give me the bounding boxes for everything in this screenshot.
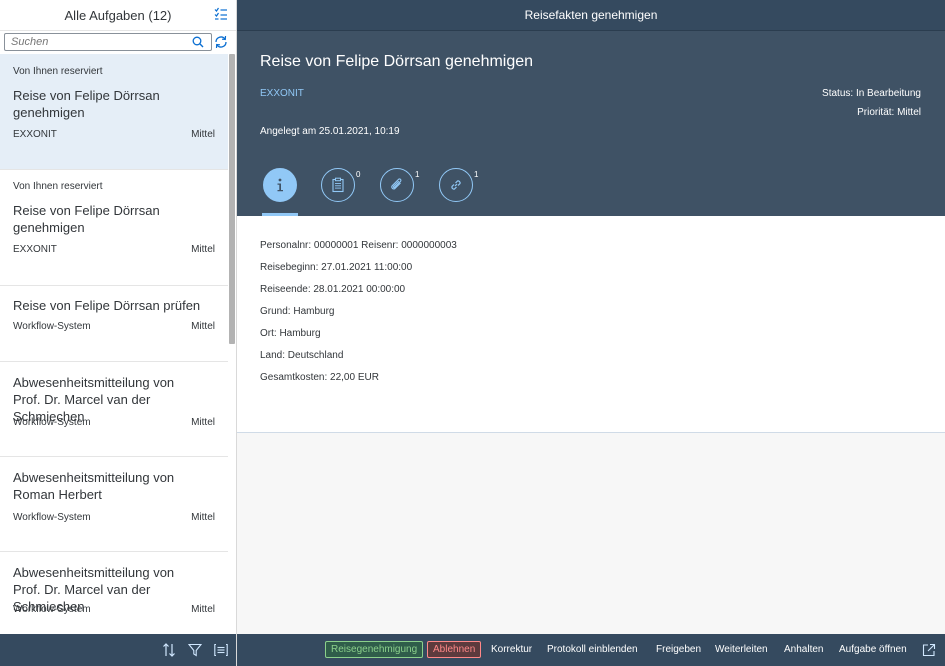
list-item-subtitle: Workflow-System [13,417,91,428]
field-personnel-trip-no: Personalnr: 00000001 Reisenr: 0000000003 [260,240,457,251]
list-item-title: Reise von Felipe Dörrsan genehmigen [13,88,160,120]
list-item[interactable]: Von Ihnen reserviert Reise von Felipe Dö… [0,54,228,170]
list-item-title: Reise von Felipe Dörrsan genehmigen [13,203,160,235]
list-item-priority: Mittel [191,512,215,523]
list-item-priority: Mittel [191,417,215,428]
open-external-icon[interactable] [922,643,936,657]
object-subtitle: EXXONIT [260,88,304,99]
scrollbar-thumb[interactable] [229,54,235,344]
search-input[interactable] [11,35,181,49]
search-bar [4,33,231,51]
field-reason: Grund: Hamburg [260,306,335,317]
release-button[interactable]: Freigeben [650,641,707,658]
open-task-button[interactable]: Aufgabe öffnen [833,641,913,658]
list-item-subtitle: Workflow-System [13,604,91,615]
tab-information[interactable] [263,168,297,202]
detail-footer-toolbar: Reisegenehmigung Ablehnen Korrektur Prot… [237,634,945,666]
forward-button[interactable]: Weiterleiten [709,641,774,658]
tab-links[interactable] [439,168,473,202]
list-item[interactable]: Von Ihnen reserviert Reise von Felipe Dö… [0,170,228,286]
list-item[interactable]: Abwesenheitsmitteilung von Prof. Dr. Mar… [0,362,228,457]
list-scrollbar[interactable] [228,54,236,634]
field-country: Land: Deutschland [260,350,344,361]
approve-travel-button[interactable]: Reisegenehmigung [325,641,424,658]
search-icon[interactable] [192,36,204,48]
tab-notes[interactable] [321,168,355,202]
list-item-title: Reise von Felipe Dörrsan prüfen [13,298,201,313]
suspend-button[interactable]: Anhalten [778,641,829,658]
task-list: Von Ihnen reserviert Reise von Felipe Dö… [0,54,228,634]
tab-attachments[interactable] [380,168,414,202]
field-trip-start: Reisebeginn: 27.01.2021 11:00:00 [260,262,413,273]
attachment-icon [391,178,402,190]
master-footer [0,634,236,666]
tab-attachments-count: 1 [415,170,420,179]
detail-title-bar: Reisefakten genehmigen [237,0,945,31]
detail-empty-area [237,433,945,634]
tab-links-count: 1 [474,170,479,179]
priority-attribute: Priorität: Mittel [857,107,921,118]
show-log-button[interactable]: Protokoll einblenden [541,641,644,658]
object-title: Reise von Felipe Dörrsan genehmigen [260,53,534,70]
list-item-subtitle: Workflow-System [13,321,91,332]
master-title: Alle Aufgaben (12) [64,8,172,23]
refresh-icon[interactable] [214,35,228,49]
list-item[interactable]: Abwesenheitsmitteilung von Roman Herbert… [0,457,228,552]
detail-pane: Reisefakten genehmigen Reise von Felipe … [237,0,945,666]
search-box [4,33,212,51]
object-header: Reise von Felipe Dörrsan genehmigen EXXO… [237,31,945,216]
sort-icon[interactable] [162,643,176,657]
field-total-costs: Gesamtkosten: 22,00 EUR [260,372,379,383]
group-icon[interactable] [214,643,228,657]
list-item-priority: Mittel [191,604,215,615]
list-item-subtitle: EXXONIT [13,129,57,140]
list-item-priority: Mittel [191,129,215,140]
information-section: Personalnr: 00000001 Reisenr: 0000000003… [237,216,945,433]
filter-icon[interactable] [188,643,202,657]
list-item[interactable]: Reise von Felipe Dörrsan prüfen Workflow… [0,286,228,362]
field-trip-end: Reiseende: 28.01.2021 00:00:00 [260,284,406,295]
master-pane: Alle Aufgaben (12) Von Ihnen re [0,0,237,666]
multi-select-icon[interactable] [214,7,228,21]
created-date: Angelegt am 25.01.2021, 10:19 [260,126,400,137]
list-item-priority: Mittel [191,244,215,255]
list-item-subtitle: Workflow-System [13,512,91,523]
status-attribute: Status: In Bearbeitung [822,88,921,99]
list-item-title: Abwesenheitsmitteilung von Roman Herbert [13,470,175,502]
detail-bar-title: Reisefakten genehmigen [524,8,658,22]
list-item-priority: Mittel [191,321,215,332]
list-item-subtitle: EXXONIT [13,244,57,255]
notes-icon [332,177,344,193]
reserved-label: Von Ihnen reserviert [13,66,103,77]
correction-button[interactable]: Korrektur [485,641,538,658]
link-icon [451,180,461,190]
reject-button[interactable]: Ablehnen [427,641,482,658]
info-icon [277,178,283,192]
list-item[interactable]: Abwesenheitsmitteilung von Prof. Dr. Mar… [0,552,228,634]
reserved-label: Von Ihnen reserviert [13,181,103,192]
tab-notes-count: 0 [356,170,361,179]
field-location: Ort: Hamburg [260,328,321,339]
master-header: Alle Aufgaben (12) [0,0,236,31]
